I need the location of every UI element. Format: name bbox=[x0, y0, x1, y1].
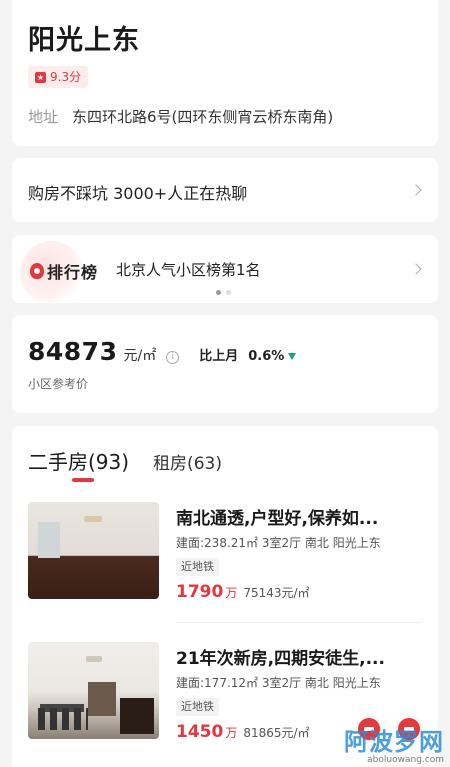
chevron-right-icon bbox=[410, 263, 422, 275]
chat-entry-card[interactable]: 购房不踩坑 3000+人正在热聊 bbox=[12, 158, 438, 222]
carousel-indicator bbox=[216, 290, 236, 295]
listing-total-price: 1450 bbox=[176, 722, 224, 742]
listings-card: 二手房(93) 租房(63) 南北通透,户型好,保养如... 建面:238.21… bbox=[12, 426, 438, 767]
watermark: 阿波罗网 aboluowang.com bbox=[344, 730, 444, 765]
listing-price: 1790 万 75143元/㎡ bbox=[176, 582, 310, 602]
address-value: 东四环北路6号(四环东侧宵云桥东南角) bbox=[72, 108, 334, 126]
down-arrow-icon bbox=[288, 353, 297, 360]
listing-meta: 建面:177.12㎡ 3室2厅 南北 阳光上东 bbox=[176, 676, 381, 690]
listing-divider bbox=[176, 622, 422, 623]
watermark-text: 阿波罗网 bbox=[344, 728, 444, 756]
community-header-card: 阳光上东 ★ 9.3分 地址 东四环北路6号(四环东侧宵云桥东南角) bbox=[12, 0, 438, 146]
info-icon[interactable]: i bbox=[166, 351, 180, 364]
price-caption: 小区参考价 bbox=[28, 377, 89, 391]
rating-value: 9.3分 bbox=[50, 70, 82, 84]
listing-total-price: 1790 bbox=[176, 582, 224, 602]
listing-total-unit: 万 bbox=[225, 726, 238, 740]
price-row: 84873 元/㎡ i 比上月 0.6% bbox=[28, 337, 297, 366]
listing-title: 南北通透,户型好,保养如... bbox=[176, 509, 379, 529]
listing-meta: 建面:238.21㎡ 3室2厅 南北 阳光上东 bbox=[176, 536, 381, 550]
listing-price: 1450 万 81865元/㎡ bbox=[176, 722, 310, 742]
listing-title: 21年次新房,四期安徒生,... bbox=[176, 649, 385, 669]
medal-icon bbox=[30, 263, 44, 279]
month-compare-value: 0.6% bbox=[248, 349, 285, 364]
ranking-logo: 排行榜 bbox=[30, 259, 98, 283]
ranking-logo-text: 排行榜 bbox=[47, 263, 99, 282]
price-unit: 元/㎡ bbox=[123, 348, 157, 364]
listing-item[interactable]: 南北通透,户型好,保养如... 建面:238.21㎡ 3室2厅 南北 阳光上东 … bbox=[28, 502, 428, 606]
carousel-dot-active bbox=[216, 290, 221, 295]
watermark-url: aboluowang.com bbox=[367, 755, 444, 765]
listing-total-unit: 万 bbox=[225, 586, 238, 600]
reference-price: 84873 bbox=[28, 337, 118, 366]
ranking-text: 北京人气小区榜第1名 bbox=[116, 261, 261, 279]
address-label: 地址 bbox=[28, 108, 59, 126]
listing-tabs: 二手房(93) 租房(63) bbox=[28, 446, 222, 482]
tab-second-hand-label: 二手房(93) bbox=[28, 450, 130, 474]
listing-unit-price: 75143元/㎡ bbox=[243, 586, 310, 600]
chevron-right-icon bbox=[410, 184, 422, 196]
tab-rental[interactable]: 租房(63) bbox=[153, 449, 222, 474]
address-row: 地址 东四环北路6号(四环东侧宵云桥东南角) bbox=[28, 106, 333, 127]
ranking-card[interactable]: 排行榜 北京人气小区榜第1名 bbox=[12, 235, 438, 303]
listing-tag: 近地铁 bbox=[176, 698, 219, 716]
carousel-dot bbox=[226, 290, 231, 295]
price-card: 84873 元/㎡ i 比上月 0.6% 小区参考价 bbox=[12, 315, 438, 413]
listing-unit-price: 81865元/㎡ bbox=[243, 726, 310, 740]
star-icon: ★ bbox=[35, 71, 46, 83]
listing-photo bbox=[28, 502, 159, 599]
month-compare-label: 比上月 bbox=[199, 349, 239, 364]
chat-entry-text: 购房不踩坑 3000+人正在热聊 bbox=[28, 184, 248, 203]
active-tab-indicator bbox=[72, 478, 94, 482]
tab-second-hand[interactable]: 二手房(93) bbox=[28, 446, 130, 482]
listing-tag: 近地铁 bbox=[176, 558, 219, 576]
community-title: 阳光上东 bbox=[28, 25, 140, 56]
listing-photo bbox=[28, 642, 159, 739]
rating-badge: ★ 9.3分 bbox=[28, 66, 89, 88]
